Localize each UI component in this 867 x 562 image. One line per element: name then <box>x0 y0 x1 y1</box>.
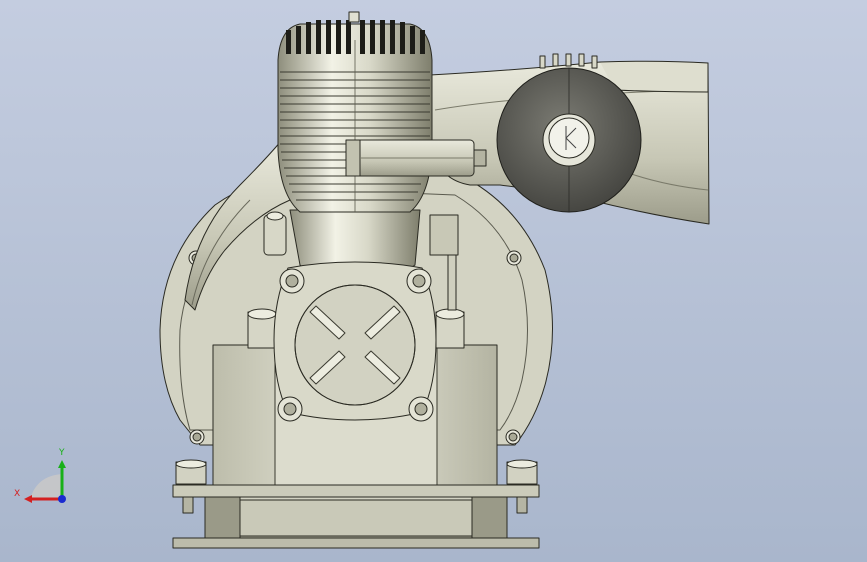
graphics-viewport[interactable]: X Y <box>0 0 867 562</box>
triad-y-label: Y <box>58 448 65 458</box>
head-bolt <box>348 11 360 23</box>
left-fitting <box>263 214 287 256</box>
front-bore <box>294 284 416 406</box>
base-flange <box>172 484 540 498</box>
triad-z-axis <box>58 495 66 503</box>
triad-x-label: X <box>14 489 20 499</box>
base-foot-left <box>204 496 241 540</box>
base-foot-right <box>471 496 508 540</box>
